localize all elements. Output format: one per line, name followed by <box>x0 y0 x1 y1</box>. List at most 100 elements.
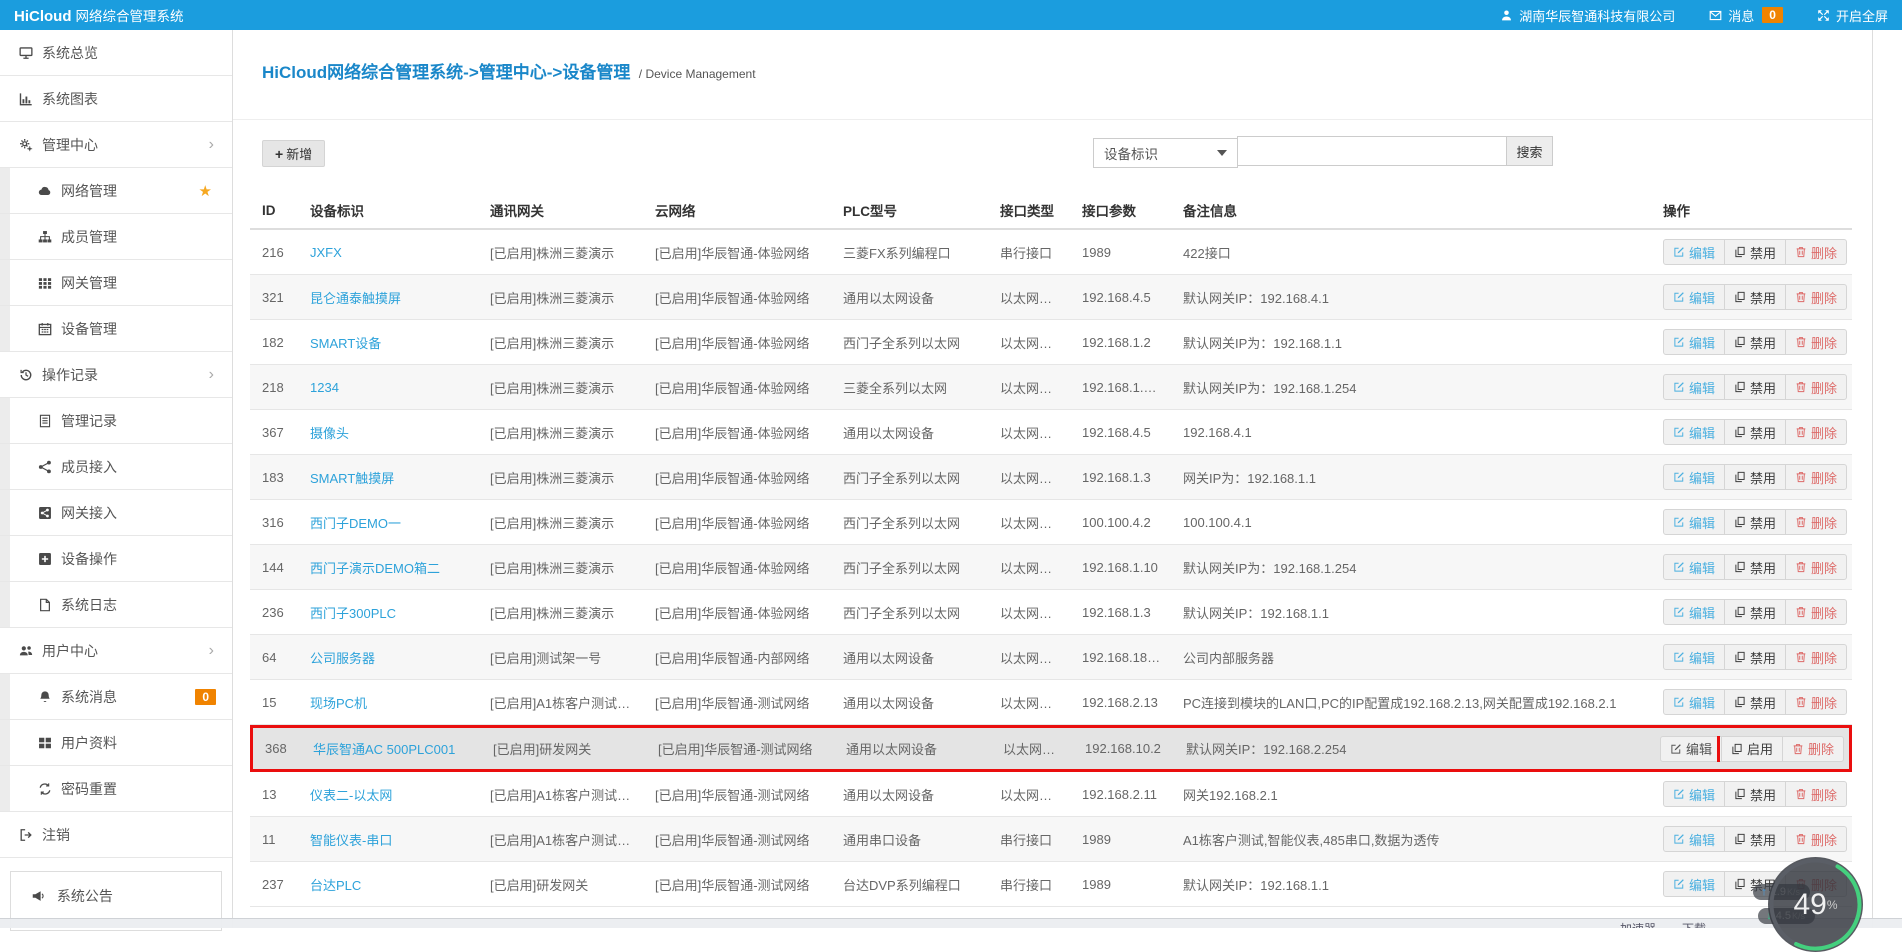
sidebar-item-member-access[interactable]: 成员接入 <box>0 444 232 490</box>
device-link[interactable]: 1234 <box>310 380 339 395</box>
filter-field-select[interactable]: 设备标识 <box>1093 138 1238 168</box>
device-link[interactable]: SMART设备 <box>310 336 381 351</box>
edit-button[interactable]: 编辑 <box>1663 374 1725 400</box>
edit-icon <box>1673 246 1685 258</box>
sidebar-item-system-logs[interactable]: 系统日志 <box>0 582 232 628</box>
search-button[interactable]: 搜索 <box>1507 136 1553 166</box>
disable-button[interactable]: 禁用 <box>1724 644 1786 670</box>
app-logo[interactable]: HiCloud网络综合管理系统 <box>14 5 184 25</box>
accelerator-link[interactable]: 加速器 <box>1620 920 1656 928</box>
disable-button[interactable]: 禁用 <box>1724 239 1786 265</box>
add-device-button[interactable]: +新增 <box>262 140 325 167</box>
sidebar-item-label: 设备操作 <box>61 549 232 569</box>
sidebar-item-gateway-access[interactable]: 网关接入 <box>0 490 232 536</box>
disable-button[interactable]: 禁用 <box>1724 284 1786 310</box>
accelerator-gauge-widget[interactable]: 49 % <box>1768 857 1863 952</box>
cell-actions: 编辑禁用删除 <box>1651 826 1852 852</box>
device-link[interactable]: 华辰智通AC 500PLC001 <box>313 742 455 757</box>
edit-button[interactable]: 编辑 <box>1663 781 1725 807</box>
cell-iface: 以太网接口 <box>988 333 1070 352</box>
delete-button[interactable]: 删除 <box>1785 374 1847 400</box>
disable-button[interactable]: 禁用 <box>1724 826 1786 852</box>
device-link[interactable]: 摄像头 <box>310 426 349 441</box>
delete-button[interactable]: 删除 <box>1785 644 1847 670</box>
sidebar-item-system-charts[interactable]: 系统图表 <box>0 76 232 122</box>
sidebar-item-network-management[interactable]: 网络管理★ <box>0 168 232 214</box>
edit-icon <box>1673 833 1685 845</box>
edit-button[interactable]: 编辑 <box>1663 329 1725 355</box>
edit-button[interactable]: 编辑 <box>1663 554 1725 580</box>
col-header-id: ID <box>250 203 298 218</box>
edit-button[interactable]: 编辑 <box>1663 826 1725 852</box>
delete-button[interactable]: 删除 <box>1785 509 1847 535</box>
device-link[interactable]: 西门子演示DEMO箱二 <box>310 561 440 576</box>
copy-icon <box>1734 696 1746 708</box>
disable-button[interactable]: 禁用 <box>1724 509 1786 535</box>
sidebar-item-gateway-management[interactable]: 网关管理 <box>0 260 232 306</box>
device-link[interactable]: 西门子DEMO一 <box>310 516 401 531</box>
edit-button[interactable]: 编辑 <box>1663 689 1725 715</box>
cell-gateway: [已启用]株洲三菱演示 <box>478 243 643 262</box>
download-link[interactable]: 下载 <box>1682 920 1706 928</box>
sidebar-item-device-operation[interactable]: 设备操作 <box>0 536 232 582</box>
disable-button[interactable]: 禁用 <box>1724 419 1786 445</box>
enable-button[interactable]: 启用 <box>1721 736 1783 762</box>
edit-button[interactable]: 编辑 <box>1663 871 1725 897</box>
sidebar-item-label: 注销 <box>42 825 232 845</box>
disable-button[interactable]: 禁用 <box>1724 554 1786 580</box>
device-link[interactable]: SMART触摸屏 <box>310 471 394 486</box>
sidebar-item-password-reset[interactable]: 密码重置 <box>0 766 232 812</box>
device-link[interactable]: 昆仑通泰触摸屏 <box>310 291 401 306</box>
sidebar-item-system-messages[interactable]: 系统消息0 <box>0 674 232 720</box>
sidebar-item-operation-records[interactable]: 操作记录› <box>0 352 232 398</box>
edit-button[interactable]: 编辑 <box>1663 599 1725 625</box>
delete-button[interactable]: 删除 <box>1785 781 1847 807</box>
device-link[interactable]: JXFX <box>310 245 342 260</box>
device-link[interactable]: 台达PLC <box>310 878 361 893</box>
company-menu[interactable]: 湖南华辰智通科技有限公司 <box>1500 6 1675 25</box>
sidebar-item-device-management[interactable]: 设备管理 <box>0 306 232 352</box>
delete-button[interactable]: 删除 <box>1785 419 1847 445</box>
sidebar-item-management-records[interactable]: 管理记录 <box>0 398 232 444</box>
delete-button[interactable]: 删除 <box>1785 239 1847 265</box>
edit-button[interactable]: 编辑 <box>1663 284 1725 310</box>
delete-button[interactable]: 删除 <box>1785 329 1847 355</box>
disable-button[interactable]: 禁用 <box>1724 329 1786 355</box>
sidebar-item-user-center[interactable]: 用户中心› <box>0 628 232 674</box>
fullscreen-toggle[interactable]: 开启全屏 <box>1817 6 1888 25</box>
disable-button[interactable]: 禁用 <box>1724 464 1786 490</box>
delete-button[interactable]: 删除 <box>1785 826 1847 852</box>
edit-button[interactable]: 编辑 <box>1663 509 1725 535</box>
messages-menu[interactable]: 消息 0 <box>1709 6 1783 25</box>
edit-button[interactable]: 编辑 <box>1663 419 1725 445</box>
caret-down-icon <box>1217 150 1227 156</box>
delete-button[interactable]: 删除 <box>1782 736 1844 762</box>
device-link[interactable]: 现场PC机 <box>310 696 367 711</box>
delete-button[interactable]: 删除 <box>1785 284 1847 310</box>
edit-button[interactable]: 编辑 <box>1663 644 1725 670</box>
device-link[interactable]: 公司服务器 <box>310 651 375 666</box>
delete-button[interactable]: 删除 <box>1785 599 1847 625</box>
device-link[interactable]: 西门子300PLC <box>310 606 396 621</box>
disable-button[interactable]: 禁用 <box>1724 689 1786 715</box>
disable-button[interactable]: 禁用 <box>1724 781 1786 807</box>
disable-button[interactable]: 禁用 <box>1724 599 1786 625</box>
sidebar-item-label: 密码重置 <box>61 779 232 799</box>
device-link[interactable]: 仪表二-以太网 <box>310 788 392 803</box>
trash-icon <box>1795 381 1807 393</box>
col-header-param: 接口参数 <box>1070 200 1171 220</box>
sidebar-item-user-profile[interactable]: 用户资料 <box>0 720 232 766</box>
delete-button[interactable]: 删除 <box>1785 464 1847 490</box>
search-input[interactable] <box>1237 136 1507 166</box>
sidebar-item-management-center[interactable]: 管理中心› <box>0 122 232 168</box>
edit-button[interactable]: 编辑 <box>1663 464 1725 490</box>
delete-button[interactable]: 删除 <box>1785 554 1847 580</box>
delete-button[interactable]: 删除 <box>1785 689 1847 715</box>
sidebar-item-logout[interactable]: 注销 <box>0 812 232 858</box>
device-link[interactable]: 智能仪表-串口 <box>310 833 392 848</box>
disable-button[interactable]: 禁用 <box>1724 374 1786 400</box>
edit-button[interactable]: 编辑 <box>1660 736 1722 762</box>
sidebar-item-system-overview[interactable]: 系统总览 <box>0 30 232 76</box>
sidebar-item-member-management[interactable]: 成员管理 <box>0 214 232 260</box>
edit-button[interactable]: 编辑 <box>1663 239 1725 265</box>
